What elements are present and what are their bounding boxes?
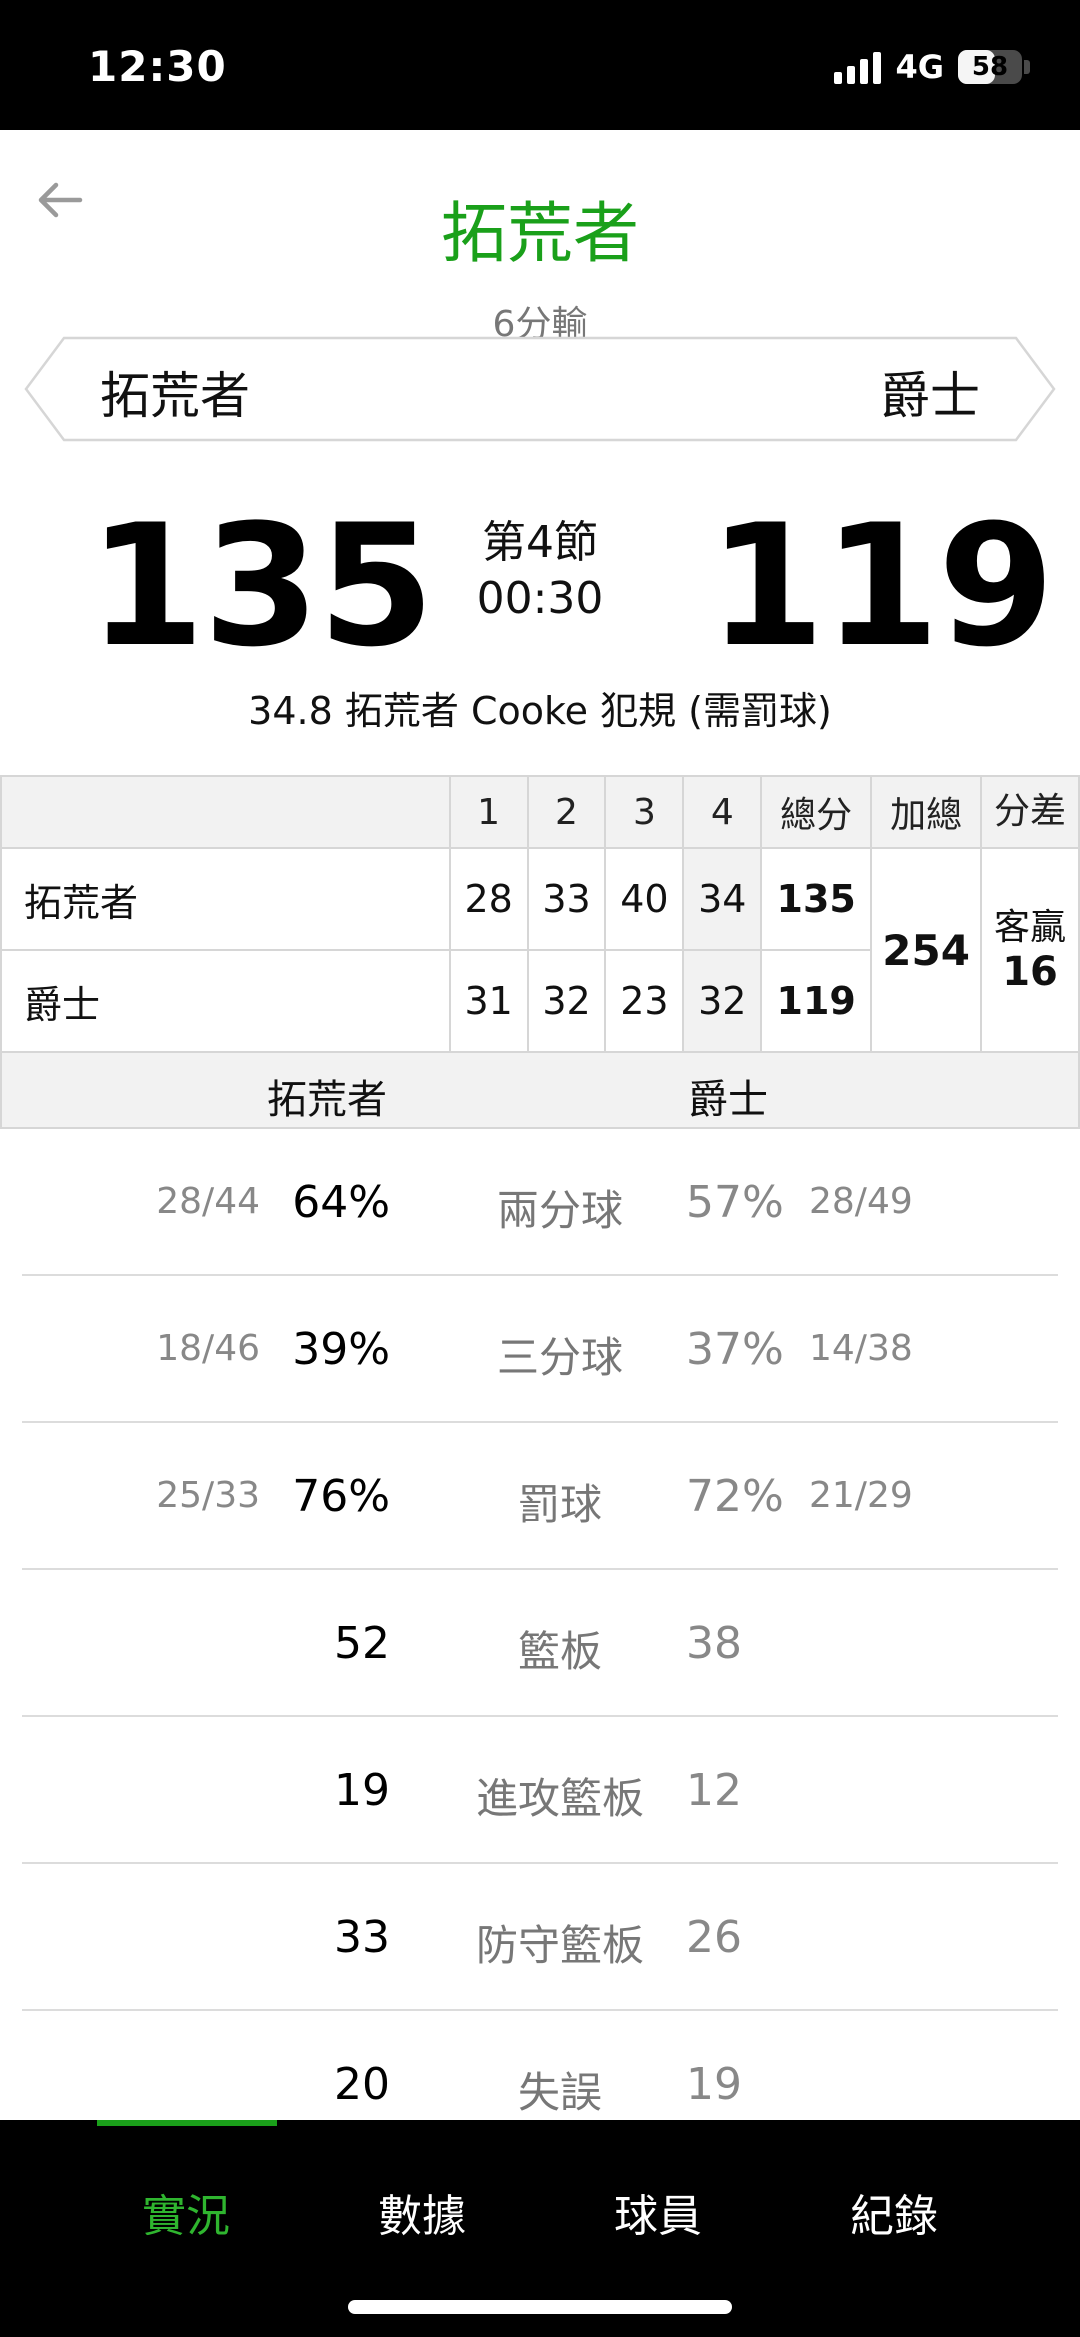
quarter-score: 34: [682, 847, 763, 951]
left-value: 39%: [292, 1324, 390, 1375]
compare-left-team: 拓荒者: [267, 1077, 387, 1123]
game-clock: 00:30: [476, 573, 604, 624]
header-q4: 4: [682, 775, 763, 849]
active-tab-indicator: [97, 2120, 277, 2126]
team-total: 135: [760, 847, 873, 951]
status-icons: 4G 58: [834, 48, 1030, 86]
tab-log[interactable]: 紀錄: [776, 2180, 1012, 2244]
stat-label: 進攻籃板: [475, 1774, 644, 1823]
right-fraction: 14/38: [809, 1328, 913, 1369]
left-value: 64%: [292, 1177, 390, 1228]
team-compare-header: 拓荒者 爵士: [0, 1053, 1080, 1129]
right-value: 37%: [686, 1324, 784, 1375]
table-row: 拓荒者 28 33 40 34 135 254 客贏 16: [0, 847, 1080, 1053]
quarter-score: 31: [448, 949, 529, 1053]
previous-team-button[interactable]: 拓荒者: [100, 356, 250, 428]
box-score-header-row: 1 2 3 4 總分 加總 分差: [0, 775, 1080, 849]
combined-total: 254: [870, 847, 983, 1053]
header-q1: 1: [448, 775, 529, 849]
quarter-score: 32: [682, 949, 763, 1053]
next-team-button[interactable]: 爵士: [880, 356, 980, 428]
left-value: 33: [334, 1912, 390, 1963]
right-value: 72%: [686, 1471, 784, 1522]
left-fraction: 18/46: [156, 1328, 260, 1369]
battery-percent: 58: [971, 52, 1009, 82]
tab-stats[interactable]: 數據: [304, 2180, 540, 2244]
matchup-bar: 拓荒者 爵士: [24, 336, 1056, 442]
point-diff: 客贏 16: [980, 847, 1080, 1053]
right-value: 26: [686, 1912, 742, 1963]
left-value: 52: [334, 1618, 390, 1669]
header-diff: 分差: [980, 775, 1080, 849]
home-score: 135: [88, 488, 435, 684]
right-value: 57%: [686, 1177, 784, 1228]
tab-players[interactable]: 球員: [540, 2180, 776, 2244]
box-score-table: 1 2 3 4 總分 加總 分差 拓荒者 28 33 40 34 135 254…: [0, 775, 1080, 1053]
team-name: 爵士: [0, 949, 451, 1053]
stat-label: 失誤: [517, 2068, 602, 2117]
list-item: 18/46 39% 三分球 37% 14/38: [22, 1276, 1058, 1423]
last-play-text: 34.8 拓荒者 Cooke 犯規 (需罰球): [248, 689, 832, 733]
header-q2: 2: [526, 775, 607, 849]
quarter-score: 23: [604, 949, 685, 1053]
stat-label: 兩分球: [496, 1186, 623, 1235]
right-fraction: 28/49: [809, 1181, 913, 1222]
left-value: 76%: [292, 1471, 390, 1522]
stat-label: 罰球: [517, 1480, 602, 1529]
left-fraction: 25/33: [156, 1475, 260, 1516]
left-value: 19: [334, 1765, 390, 1816]
quarter-score: 28: [448, 847, 529, 951]
quarter-score: 33: [526, 847, 607, 951]
period-label: 第4節: [482, 517, 598, 568]
status-time: 12:30: [88, 42, 227, 91]
right-value: 19: [686, 2059, 742, 2110]
stat-label: 籃板: [517, 1627, 602, 1676]
stat-label: 防守籃板: [475, 1921, 644, 1970]
right-value: 12: [686, 1765, 742, 1816]
header-combined: 加總: [870, 775, 983, 849]
away-score: 119: [708, 488, 1055, 684]
team-total: 119: [760, 949, 873, 1053]
list-item: 25/33 76% 罰球 72% 21/29: [22, 1423, 1058, 1570]
header-q3: 3: [604, 775, 685, 849]
list-item: 52 籃板 38: [22, 1570, 1058, 1717]
diff-label: 客贏: [994, 907, 1067, 948]
stat-label: 三分球: [496, 1333, 623, 1382]
left-value: 20: [334, 2059, 390, 2110]
list-item: 33 防守籃板 26: [22, 1864, 1058, 2011]
list-item: 19 進攻籃板 12: [22, 1717, 1058, 1864]
list-item: 28/44 64% 兩分球 57% 28/49: [22, 1129, 1058, 1276]
team-name: 拓荒者: [0, 847, 451, 951]
home-indicator[interactable]: [348, 2300, 732, 2314]
diff-value: 16: [1002, 949, 1058, 995]
network-type: 4G: [895, 48, 944, 86]
stats-list: 28/44 64% 兩分球 57% 28/49 18/46 39% 三分球 37…: [0, 1129, 1080, 2158]
tab-live[interactable]: 實況: [68, 2180, 304, 2244]
battery-icon: 58: [958, 50, 1030, 84]
quarter-score: 40: [604, 847, 685, 951]
game-period: 第4節 00:30: [440, 515, 640, 627]
page-title: 拓荒者: [441, 195, 639, 272]
right-fraction: 21/29: [809, 1475, 913, 1516]
cellular-signal-icon: [834, 50, 882, 84]
status-bar: 12:30 4G 58: [0, 0, 1080, 130]
compare-right-team: 爵士: [688, 1077, 768, 1123]
header-blank: [0, 775, 451, 849]
header-total: 總分: [760, 775, 873, 849]
quarter-score: 32: [526, 949, 607, 1053]
left-fraction: 28/44: [156, 1181, 260, 1222]
right-value: 38: [686, 1618, 742, 1669]
